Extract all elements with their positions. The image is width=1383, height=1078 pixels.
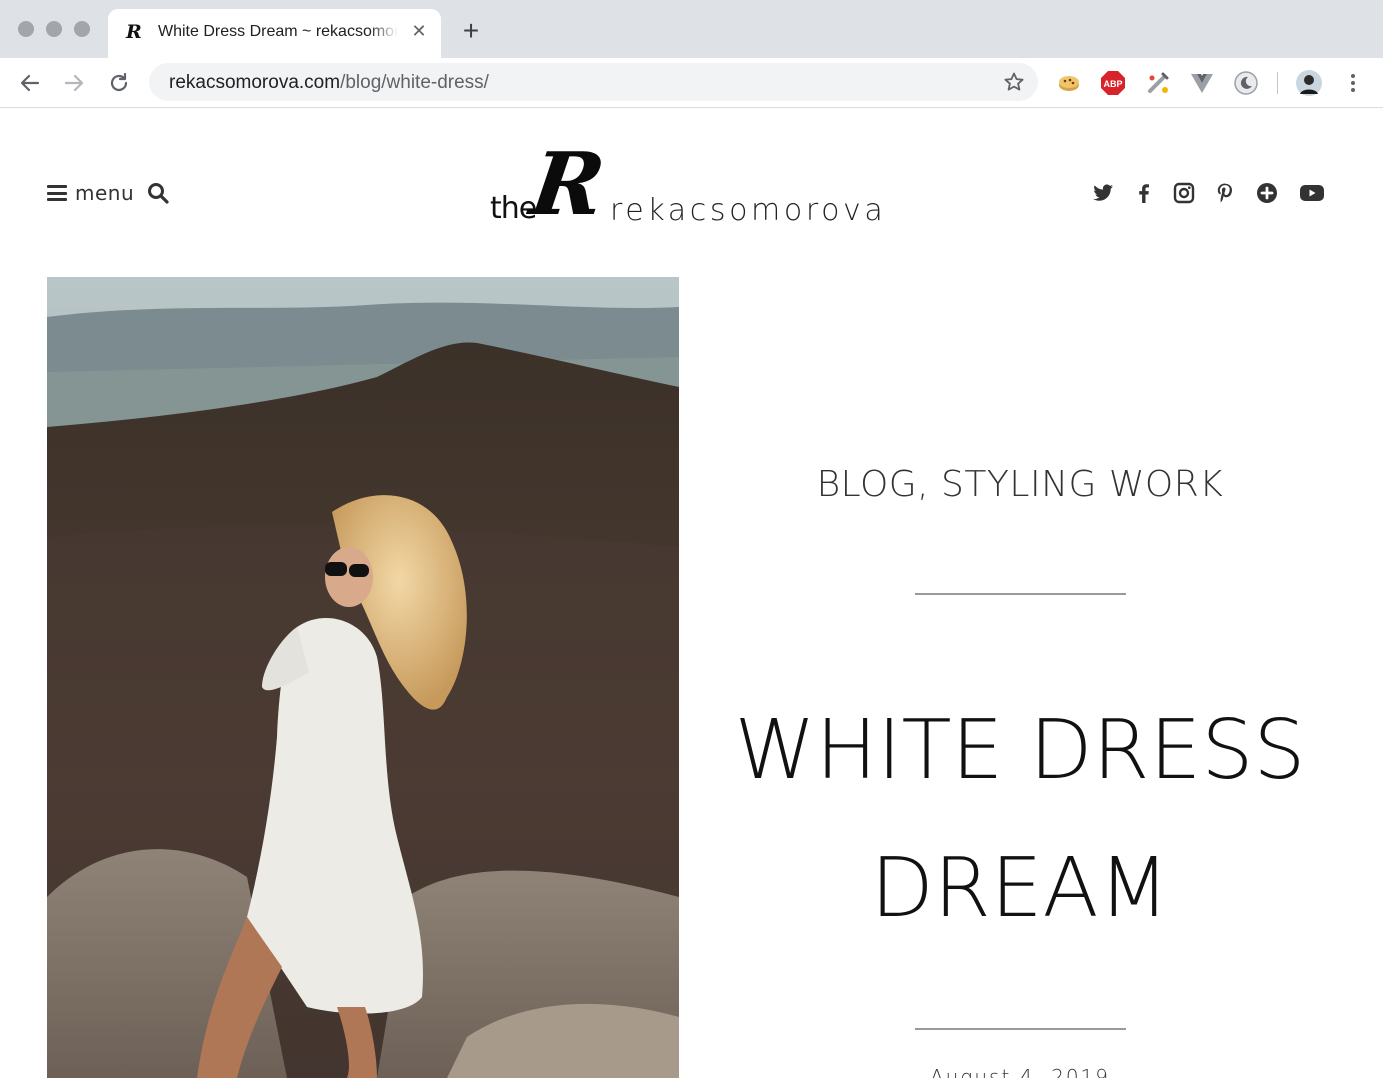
- bookmark-star-icon[interactable]: [1002, 70, 1026, 94]
- forward-arrow-icon: [64, 74, 84, 92]
- pinterest-icon[interactable]: [1213, 181, 1237, 205]
- browser-tab-strip: R White Dress Dream ~ rekacsomorova ✕ +: [0, 0, 1383, 59]
- profile-avatar[interactable]: [1296, 70, 1322, 96]
- url-text[interactable]: rekacsomorova.com/blog/white-dress/: [169, 72, 489, 94]
- post-hero-image[interactable]: [47, 277, 679, 1078]
- tab-title: White Dress Dream ~ rekacsomorova: [158, 23, 398, 40]
- reload-icon: [110, 72, 128, 92]
- window-close-button[interactable]: [18, 21, 34, 37]
- post-categories[interactable]: BLOG, STYLING WORK: [720, 464, 1320, 505]
- post-title-line-2: DREAM: [870, 841, 1170, 936]
- adblock-plus-icon[interactable]: ABP: [1100, 70, 1126, 96]
- web-page: menu the R rekacsomorova BLOG, STYLING W…: [0, 109, 1383, 1078]
- vue-devtools-icon[interactable]: [1189, 70, 1215, 96]
- window-minimize-button[interactable]: [46, 21, 62, 37]
- site-logo[interactable]: the R rekacsomorova: [488, 134, 908, 237]
- back-button[interactable]: [15, 68, 45, 98]
- search-icon[interactable]: [146, 181, 170, 205]
- color-picker-extension-icon[interactable]: [1145, 70, 1171, 96]
- hamburger-icon: [47, 185, 67, 201]
- instagram-icon[interactable]: [1172, 181, 1196, 205]
- divider-bottom: [915, 1028, 1126, 1030]
- bloglovin-plus-icon[interactable]: [1255, 181, 1279, 205]
- back-arrow-icon: [20, 74, 40, 92]
- hero-photo: [47, 277, 679, 1078]
- tab-favicon-icon: R: [126, 21, 142, 43]
- post-date: August 4, 2019: [930, 1065, 1110, 1078]
- url-path: /blog/white-dress/: [340, 72, 489, 93]
- tab-close-button[interactable]: ✕: [408, 21, 430, 43]
- forward-button[interactable]: [59, 68, 89, 98]
- reload-button[interactable]: [104, 68, 134, 98]
- menu-button[interactable]: menu: [47, 179, 134, 207]
- facebook-icon[interactable]: [1132, 181, 1156, 205]
- address-bar[interactable]: rekacsomorova.com/blog/white-dress/: [149, 63, 1038, 101]
- url-host: rekacsomorova.com: [169, 72, 341, 93]
- youtube-icon[interactable]: [1299, 181, 1324, 205]
- menu-label: menu: [75, 181, 135, 205]
- toolbar-separator: [1277, 72, 1278, 94]
- svg-text:ABP: ABP: [1103, 79, 1122, 89]
- twitter-icon[interactable]: [1091, 181, 1115, 205]
- browser-menu-icon[interactable]: [1340, 70, 1366, 96]
- new-tab-button[interactable]: +: [458, 17, 484, 45]
- cookie-extension-icon[interactable]: [1056, 70, 1082, 96]
- divider-top: [915, 593, 1126, 595]
- window-zoom-button[interactable]: [74, 21, 90, 37]
- browser-toolbar: rekacsomorova.com/blog/white-dress/ ABP: [0, 58, 1383, 108]
- dark-mode-icon[interactable]: [1233, 70, 1259, 96]
- logo-wordmark: rekacsomorova: [610, 193, 887, 228]
- logo-mark: R: [524, 134, 611, 235]
- post-title: WHITE DRESS DREAM: [710, 682, 1330, 958]
- browser-tab-active[interactable]: R White Dress Dream ~ rekacsomorova ✕: [108, 9, 441, 59]
- post-title-line-1: WHITE DRESS: [734, 703, 1306, 798]
